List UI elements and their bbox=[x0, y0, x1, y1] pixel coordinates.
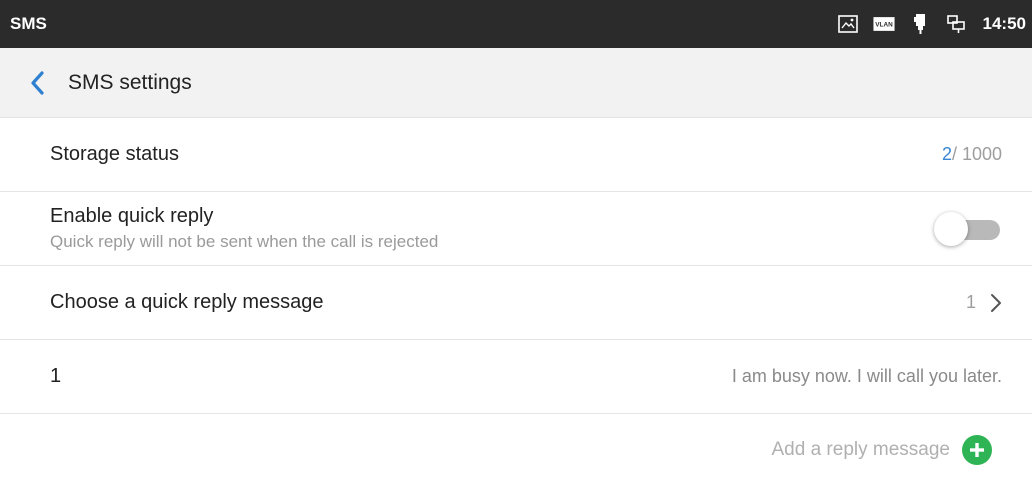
reply-message-row[interactable]: 1 I am busy now. I will call you later. bbox=[0, 340, 1032, 414]
back-button[interactable] bbox=[26, 68, 48, 98]
enable-quick-reply-description: Quick reply will not be sent when the ca… bbox=[50, 232, 439, 251]
storage-status-row: Storage status 2/ 1000 bbox=[0, 118, 1032, 192]
enable-quick-reply-text: Enable quick reply Quick reply will not … bbox=[50, 205, 438, 252]
enable-quick-reply-label: Enable quick reply bbox=[50, 205, 214, 227]
add-reply-message-row: Add a reply message bbox=[0, 414, 1032, 486]
enable-quick-reply-row[interactable]: Enable quick reply Quick reply will not … bbox=[0, 192, 1032, 266]
choose-quick-reply-label: Choose a quick reply message bbox=[50, 291, 324, 313]
vlan-icon-label: VLAN bbox=[875, 22, 893, 29]
storage-used-count: 2 bbox=[941, 144, 952, 164]
plus-icon bbox=[970, 443, 984, 457]
add-reply-message-label[interactable]: Add a reply message bbox=[772, 439, 951, 461]
toggle-thumb bbox=[934, 211, 968, 246]
screenshot-icon bbox=[837, 13, 859, 35]
page-title: SMS settings bbox=[68, 70, 192, 94]
app-header: SMS settings bbox=[0, 48, 1032, 118]
reply-message-index: 1 bbox=[50, 365, 62, 387]
status-bar: SMS VLAN 14:50 bbox=[0, 0, 1032, 48]
status-bar-time: 14:50 bbox=[982, 14, 1026, 33]
vlan-icon: VLAN bbox=[872, 13, 895, 35]
choose-quick-reply-row[interactable]: Choose a quick reply message 1 bbox=[0, 266, 1032, 340]
chevron-right-icon bbox=[991, 293, 1001, 312]
quick-reply-toggle[interactable] bbox=[934, 211, 1002, 246]
choose-quick-reply-value-group: 1 bbox=[966, 292, 1002, 313]
status-bar-icons: VLAN 14:50 bbox=[837, 13, 1026, 35]
storage-status-label: Storage status bbox=[50, 143, 179, 165]
network-icon bbox=[945, 13, 967, 35]
storage-total-count: / 1000 bbox=[951, 144, 1002, 164]
status-bar-app-name: SMS bbox=[10, 14, 47, 33]
reply-message-text: I am busy now. I will call you later. bbox=[731, 366, 1002, 386]
add-reply-message-button[interactable] bbox=[962, 435, 992, 465]
choose-quick-reply-value: 1 bbox=[965, 292, 976, 312]
chevron-left-icon bbox=[31, 70, 44, 95]
storage-status-value: 2/ 1000 bbox=[942, 144, 1002, 165]
usb-icon bbox=[909, 13, 931, 35]
